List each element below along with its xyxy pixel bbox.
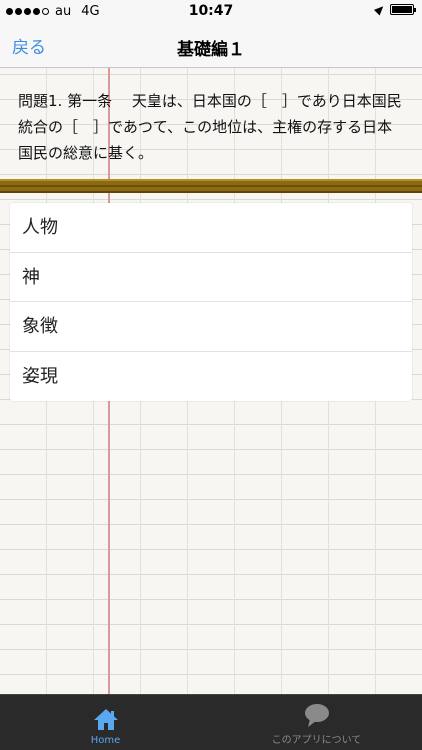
tab-bar: Home このアプリについて [0,694,422,750]
battery-icon [390,4,416,15]
tab-home-label: Home [90,735,121,746]
divider-bar [0,179,422,193]
answer-option-4[interactable]: 姿現 [10,352,412,402]
status-time: 10:47 [188,3,234,19]
navigation-bar: 戻る 基礎編１ [0,24,422,68]
location-arrow-icon [373,3,387,16]
tab-about-label: このアプリについて [271,735,362,746]
status-bar: au 4G 10:47 [0,0,422,24]
home-icon [93,709,118,730]
speech-bubble-icon [304,704,329,727]
page-title: 基礎編１ [177,40,245,60]
answer-option-2[interactable]: 神 [10,253,412,302]
tab-about-app[interactable]: このアプリについて [211,695,422,750]
question-text: 問題1. 第一条 天皇は、日本国の［ ］であり日本国民統合の［ ］であつて、この… [18,92,402,162]
status-right [373,3,416,16]
answer-list: 人物 神 象徴 姿現 [10,203,412,401]
tab-home[interactable]: Home [0,695,211,750]
answer-option-1[interactable]: 人物 [10,203,412,253]
answer-option-3[interactable]: 象徴 [10,302,412,352]
